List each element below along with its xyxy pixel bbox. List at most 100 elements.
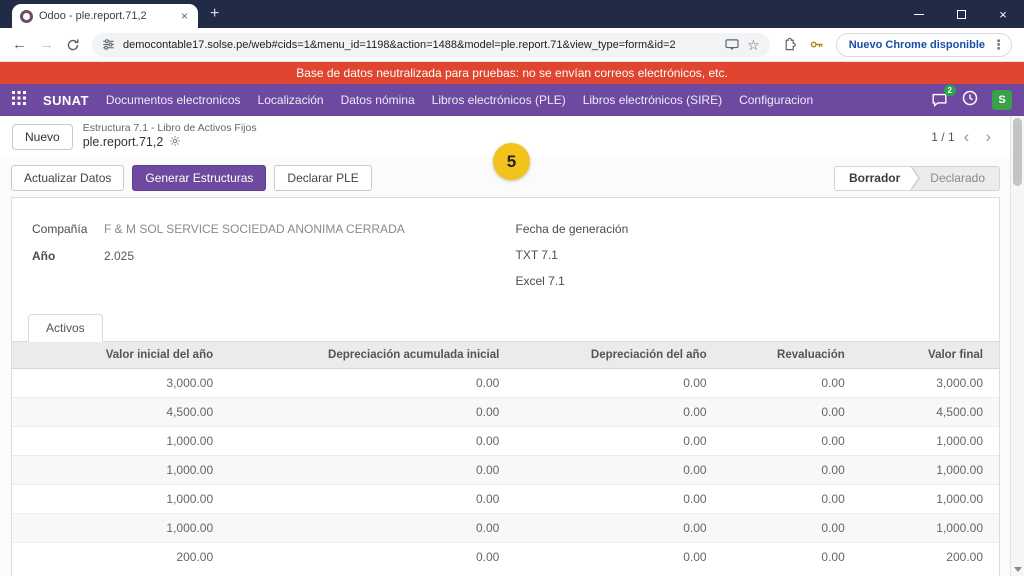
cell: 4,500.00 (861, 398, 999, 427)
form-fields: Compañía F & M SOL SERVICE SOCIEDAD ANON… (12, 198, 999, 301)
new-tab-button[interactable]: + (210, 6, 219, 22)
back-icon[interactable]: ← (12, 37, 27, 52)
cell: 200.00 (12, 543, 229, 572)
table-row[interactable]: 1,000.00 0.00 0.00 0.00 1,000.00 (12, 485, 999, 514)
cell: 0.00 (515, 398, 722, 427)
cell: 0.00 (515, 485, 722, 514)
forward-icon[interactable]: → (39, 37, 54, 52)
year-label: Año (32, 249, 104, 263)
odoo-navbar: SUNAT Documentos electronicos Localizaci… (0, 84, 1024, 116)
scrollbar-down-arrow-icon[interactable] (1011, 567, 1024, 572)
status-stage-borrador[interactable]: Borrador (835, 167, 910, 190)
cell: 0.00 (515, 456, 722, 485)
activities-clock-icon[interactable] (962, 90, 978, 111)
cell: 4,500.00 (12, 398, 229, 427)
txt-71-label: TXT 7.1 (516, 248, 558, 262)
tab-activos[interactable]: Activos (28, 314, 103, 342)
cell: 3,000.00 (861, 369, 999, 398)
form-sheet: Compañía F & M SOL SERVICE SOCIEDAD ANON… (11, 197, 1000, 576)
browser-menu-icon[interactable]: ⋮ (992, 37, 1005, 53)
vertical-scrollbar[interactable] (1010, 116, 1024, 576)
company-label: Compañía (32, 222, 104, 236)
nav-item-libros-sire[interactable]: Libros electrónicos (SIRE) (583, 93, 722, 107)
actualizar-datos-button[interactable]: Actualizar Datos (11, 165, 124, 191)
window-controls: × (898, 0, 1024, 28)
banner-text: Base de datos neutralizada para pruebas:… (296, 66, 728, 80)
table-header-row: Valor inicial del año Depreciación acumu… (12, 342, 999, 369)
cell: 0.00 (723, 543, 861, 572)
cell: 1,000.00 (861, 456, 999, 485)
browser-tab[interactable]: Odoo - ple.report.71,2 × (12, 4, 198, 28)
form-right-group: Fecha de generación TXT 7.1 Excel 7.1 (516, 220, 980, 289)
pager-previous-icon[interactable]: ‹ (957, 128, 977, 145)
declarar-ple-button[interactable]: Declarar PLE (274, 165, 371, 191)
chrome-update-button[interactable]: Nuevo Chrome disponible ⋮ (836, 33, 1012, 57)
url-bar[interactable]: democontable17.solse.pe/web#cids=1&menu_… (92, 33, 770, 57)
pager-next-icon[interactable]: › (978, 128, 998, 145)
table-row[interactable]: 1,000.00 0.00 0.00 0.00 1,000.00 (12, 514, 999, 543)
table-row[interactable]: 1,000.00 0.00 0.00 0.00 1,000.00 (12, 456, 999, 485)
site-settings-icon[interactable] (102, 38, 115, 51)
tab-close-icon[interactable]: × (179, 9, 190, 23)
table-row[interactable]: 1,000.00 0.00 0.00 0.00 1,000.00 (12, 427, 999, 456)
form-left-group: Compañía F & M SOL SERVICE SOCIEDAD ANON… (32, 220, 496, 289)
col-header-valor-inicial[interactable]: Valor inicial del año (12, 342, 229, 369)
nav-item-documentos-electronicos[interactable]: Documentos electronicos (106, 93, 241, 107)
col-header-valor-final[interactable]: Valor final (861, 342, 999, 369)
nav-item-libros-ple[interactable]: Libros electrónicos (PLE) (432, 93, 566, 107)
cell: 0.00 (229, 398, 515, 427)
year-field[interactable]: 2.025 (104, 249, 134, 263)
cell: 0.00 (723, 369, 861, 398)
cell: 200.00 (861, 543, 999, 572)
breadcrumb-parent-link[interactable]: Estructura 7.1 - Libro de Activos Fijos (83, 122, 257, 135)
pager-value[interactable]: 1 / 1 (931, 130, 954, 144)
password-key-icon[interactable] (809, 37, 824, 52)
bookmark-star-icon[interactable]: ☆ (747, 38, 760, 52)
nav-item-datos-nomina[interactable]: Datos nómina (341, 93, 415, 107)
cell: 0.00 (515, 369, 722, 398)
navbar-systray: 2 S (931, 90, 1012, 111)
restore-icon (957, 10, 966, 19)
nav-item-localizacion[interactable]: Localización (258, 93, 324, 107)
col-header-revaluacion[interactable]: Revaluación (723, 342, 861, 369)
apps-grid-icon[interactable] (12, 91, 26, 110)
scrollbar-thumb[interactable] (1013, 118, 1022, 186)
cell: 0.00 (723, 398, 861, 427)
assets-table: Valor inicial del año Depreciación acumu… (12, 342, 999, 571)
status-stage-declarado[interactable]: Declarado (910, 167, 999, 190)
cell: 1,000.00 (861, 514, 999, 543)
excel-71-label: Excel 7.1 (516, 274, 565, 288)
user-avatar[interactable]: S (992, 90, 1012, 110)
cell: 0.00 (229, 427, 515, 456)
extensions-puzzle-icon[interactable] (782, 37, 797, 52)
cell: 0.00 (229, 514, 515, 543)
chrome-update-label: Nuevo Chrome disponible (849, 39, 985, 51)
messages-button[interactable]: 2 (931, 92, 948, 108)
cell: 0.00 (723, 514, 861, 543)
table-row[interactable]: 3,000.00 0.00 0.00 0.00 3,000.00 (12, 369, 999, 398)
url-text[interactable]: democontable17.solse.pe/web#cids=1&menu_… (123, 39, 717, 51)
col-header-dep-acumulada[interactable]: Depreciación acumulada inicial (229, 342, 515, 369)
window-restore-button[interactable] (940, 0, 982, 28)
cell: 0.00 (515, 427, 722, 456)
cell: 1,000.00 (12, 456, 229, 485)
reload-icon[interactable] (66, 38, 80, 52)
record-pager: 1 / 1 ‹ › (931, 128, 998, 145)
nav-item-configuracion[interactable]: Configuracion (739, 93, 813, 107)
cell: 0.00 (723, 427, 861, 456)
window-close-button[interactable]: × (982, 0, 1024, 28)
col-header-dep-ano[interactable]: Depreciación del año (515, 342, 722, 369)
company-field[interactable]: F & M SOL SERVICE SOCIEDAD ANONIMA CERRA… (104, 222, 405, 236)
cast-icon[interactable] (725, 39, 739, 51)
actions-gear-icon[interactable] (169, 135, 181, 152)
cell: 0.00 (723, 456, 861, 485)
new-record-button[interactable]: Nuevo (12, 124, 73, 150)
generar-estructuras-button[interactable]: Generar Estructuras (132, 165, 266, 191)
cell: 0.00 (229, 543, 515, 572)
table-row[interactable]: 200.00 0.00 0.00 0.00 200.00 (12, 543, 999, 572)
messages-badge: 2 (944, 85, 956, 96)
app-brand[interactable]: SUNAT (43, 93, 89, 108)
window-minimize-button[interactable] (898, 0, 940, 28)
table-row[interactable]: 4,500.00 0.00 0.00 0.00 4,500.00 (12, 398, 999, 427)
cell: 1,000.00 (12, 427, 229, 456)
